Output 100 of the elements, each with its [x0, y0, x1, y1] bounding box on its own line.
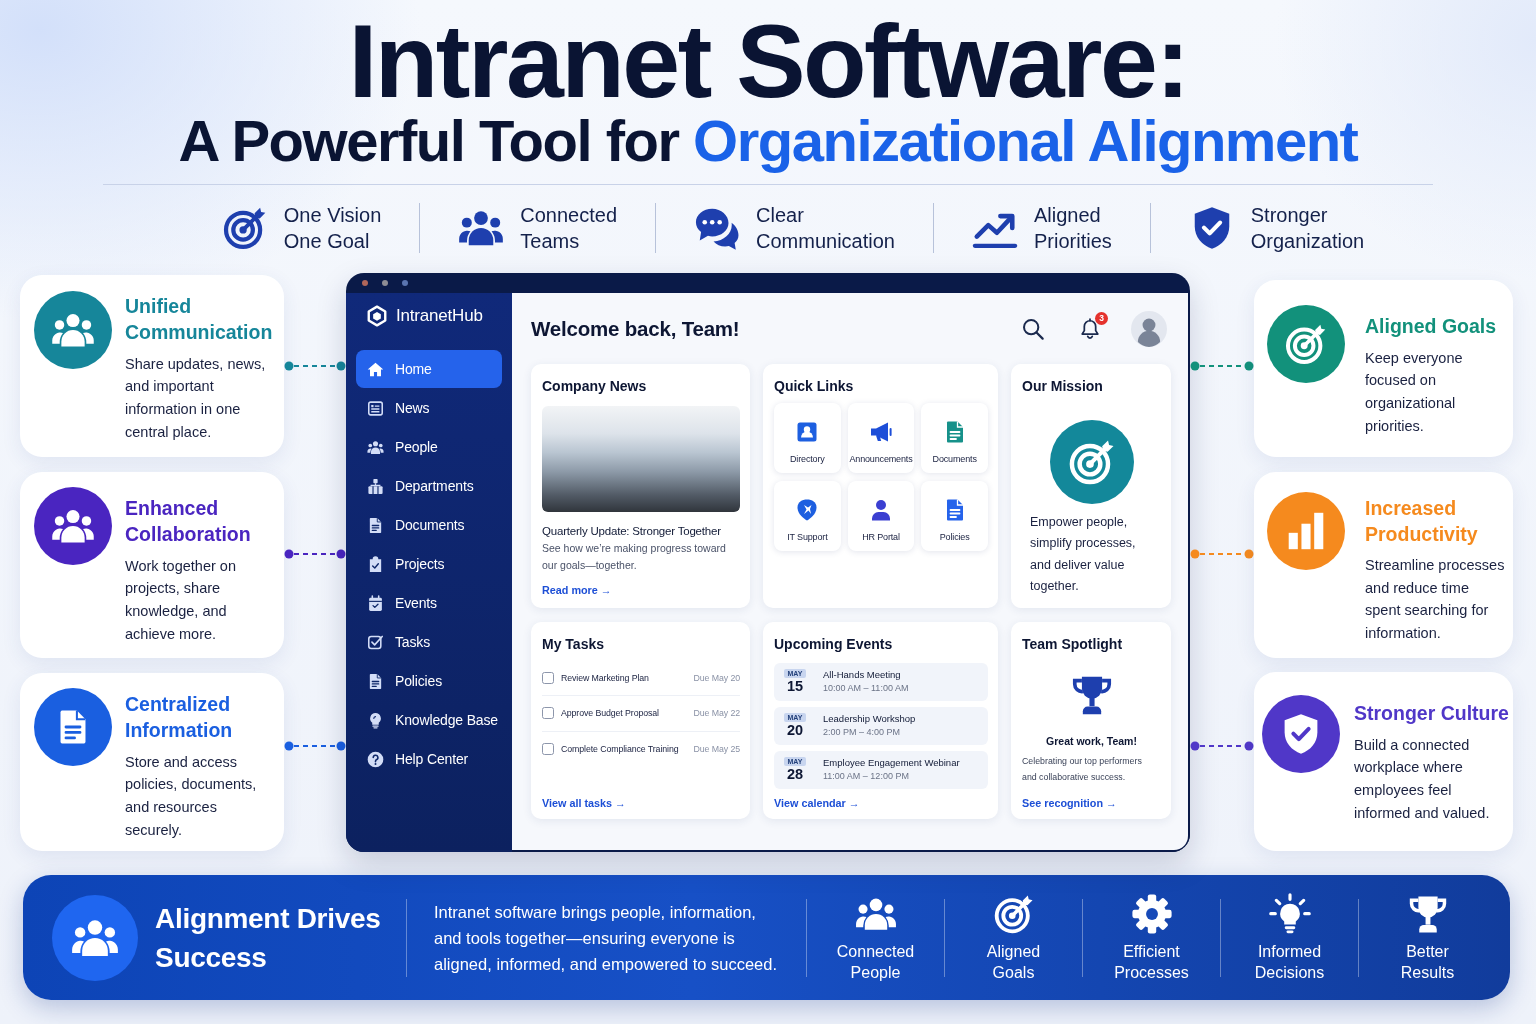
pillar-label: One Vision One Goal: [283, 203, 382, 254]
pillar-label: Connected Teams: [520, 203, 618, 254]
greeting-heading: Welcome back, Team!: [531, 317, 740, 341]
event-title: Employee Engagement Webinar: [823, 757, 960, 768]
quick-link-tile[interactable]: Directory: [774, 402, 841, 473]
checkbox[interactable]: [542, 707, 554, 720]
checkbox[interactable]: [542, 671, 554, 684]
nav-item[interactable]: Documents: [356, 506, 502, 544]
gear-icon: [1130, 892, 1173, 935]
connector-line: [1190, 741, 1254, 751]
benefit-label: Connected People: [836, 941, 915, 983]
target-icon: [1049, 419, 1134, 504]
lightbulb-icon: [1268, 892, 1311, 935]
spotlight-text: Celebrating our top performers and collaborative success.: [1022, 754, 1143, 784]
bell-icon[interactable]: [1079, 318, 1101, 340]
task-label: Review Marketing Plan: [561, 672, 650, 683]
recognition-link[interactable]: See recognition →: [1022, 795, 1117, 811]
nav-item[interactable]: Help Center: [356, 740, 502, 778]
buildings-icon: [367, 477, 384, 495]
hexagon-logo-icon: [366, 305, 388, 327]
nav-item[interactable]: Knowledge Base: [356, 701, 502, 739]
feature-description: Work together on projects, share knowledge, and achieve more.: [125, 556, 237, 644]
nav-item[interactable]: News: [356, 389, 502, 427]
person-icon: [869, 497, 893, 522]
pillar-label: Clear Communication: [756, 203, 895, 254]
checkbox[interactable]: [542, 743, 554, 756]
event-title: All-Hands Meeting: [823, 669, 902, 680]
connector-line: [1190, 361, 1254, 371]
search-icon[interactable]: [1022, 318, 1044, 340]
benefit-label: Better Results: [1400, 941, 1455, 983]
nav-item[interactable]: Departments: [356, 467, 502, 505]
nav-item[interactable]: Home: [356, 350, 502, 388]
calendar-link[interactable]: View calendar →: [774, 795, 860, 811]
connector-line: [1190, 548, 1254, 559]
banner-title: Alignment Drives Success: [155, 901, 382, 975]
quick-link-tile[interactable]: Announcements: [847, 402, 915, 473]
news-headline: Quarterly Update: Stronger Together: [542, 523, 722, 539]
lightbulb-icon: [367, 711, 384, 729]
home-icon: [367, 360, 384, 378]
window-dot-icon[interactable]: [362, 280, 368, 286]
mission-statement: Empower people, simplify processes, and deliver value together.: [1030, 513, 1137, 595]
feature-title: Centralized Information: [125, 692, 234, 743]
quick-link-tile[interactable]: Policies: [921, 480, 988, 551]
day-number: 15: [786, 678, 804, 694]
pillar-label: Aligned Priorities: [1034, 203, 1112, 254]
task-label: Complete Compliance Training: [561, 744, 680, 755]
card-title: Quick Links: [774, 377, 855, 395]
nav-item[interactable]: Events: [356, 584, 502, 622]
due-date: Due May 22: [693, 708, 740, 719]
connector-line: [284, 549, 346, 559]
feature-title: Enhanced Collaboration: [125, 496, 252, 547]
nav-item[interactable]: Tasks: [356, 623, 502, 661]
connector-line: [284, 741, 346, 751]
card-title: Our Mission: [1022, 377, 1104, 395]
feature-description: Store and access policies, documents, and resources securely.: [125, 752, 258, 840]
brand-name: IntranetHub: [396, 306, 483, 326]
benefit-label: Efficient Processes: [1114, 941, 1189, 983]
feature-title: Aligned Goals: [1365, 314, 1498, 339]
people-icon: [367, 438, 384, 456]
card-title: My Tasks: [542, 635, 605, 653]
banner-text: Intranet software brings people, information, and tools together—ensuring everyone is aligned, informed, and empowered to succeed.: [434, 901, 779, 975]
feature-title: Unified Communication: [125, 294, 272, 345]
window-dot-icon[interactable]: [382, 280, 388, 286]
quick-link-tile[interactable]: Documents: [921, 402, 988, 473]
read-more-link[interactable]: Read more →: [542, 581, 612, 598]
connector-line: [284, 361, 346, 371]
window-dot-icon[interactable]: [402, 280, 408, 286]
notification-badge: 3: [1095, 312, 1108, 325]
due-date: Due May 25: [693, 744, 740, 755]
document-icon: [367, 516, 384, 534]
feature-description: Streamline processes and reduce time spent searching for information.: [1365, 556, 1506, 644]
pillar-label: Stronger Organization: [1250, 203, 1365, 254]
quick-link-tile[interactable]: HR Portal: [847, 480, 915, 551]
event-title: Leadership Workshop: [823, 713, 916, 724]
target-icon: [221, 205, 268, 251]
help-icon: [367, 750, 384, 768]
event-time: 10:00 AM – 11:00 AM: [823, 683, 909, 694]
event-time: 2:00 PM – 4:00 PM: [823, 727, 902, 738]
feature-description: Build a connected workplace where employees feel informed and valued.: [1354, 735, 1491, 823]
feature-description: Share updates, news, and important information in one central place.: [125, 354, 267, 442]
day-number: 28: [786, 766, 804, 782]
avatar-icon[interactable]: [1131, 311, 1167, 347]
feature-description: Keep everyone focused on organizational priorities.: [1365, 348, 1464, 436]
card-title: Team Spotlight: [1022, 635, 1124, 653]
document-icon: [367, 672, 384, 690]
spotlight-headline: Great work, Team!: [1046, 733, 1137, 749]
nav-item[interactable]: Projects: [356, 545, 502, 583]
nav-item[interactable]: Policies: [356, 662, 502, 700]
page-subtitle: A Powerful Tool for Organizational Alignment: [177, 109, 1359, 173]
page-title: Intranet Software:: [347, 13, 1189, 109]
quick-link-tile[interactable]: IT Support: [774, 480, 841, 551]
benefit-label: Aligned Goals: [986, 941, 1041, 983]
people-icon: [52, 894, 138, 981]
view-tasks-link[interactable]: View all tasks →: [542, 795, 626, 811]
calendar-icon: [367, 594, 384, 612]
nav-item[interactable]: People: [356, 428, 502, 466]
event-time: 11:00 AM – 12:00 PM: [823, 771, 910, 782]
clipboard-icon: [367, 555, 384, 573]
day-number: 20: [786, 722, 804, 738]
newspaper-icon: [367, 399, 384, 417]
